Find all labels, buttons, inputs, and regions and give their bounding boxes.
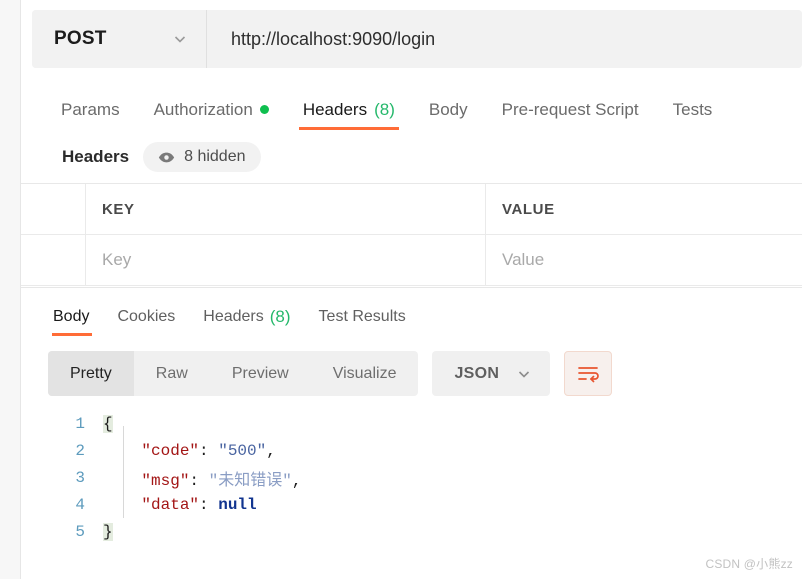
tab-body[interactable]: Body [412,89,485,130]
tab-params-label: Params [61,99,120,119]
response-tab-cookies[interactable]: Cookies [103,298,189,336]
view-mode-pretty[interactable]: Pretty [48,351,134,396]
code-token: : [189,471,209,490]
code-token: { [103,414,113,433]
tab-headers-count: (8) [374,99,395,119]
table-row[interactable]: Key Value [21,235,802,286]
code-text: "data": null [103,495,257,514]
headers-subheader: Headers 8 hidden [21,135,802,179]
active-tab-underline [298,127,399,130]
tab-pre-request-script[interactable]: Pre-request Script [485,89,656,130]
headers-table: KEY VALUE Key Value [21,183,802,286]
request-url-input[interactable]: http://localhost:9090/login [207,10,802,68]
code-token: , [266,441,276,460]
tab-params[interactable]: Params [41,89,137,130]
code-token: "code" [141,441,200,460]
tab-authorization-label: Authorization [153,99,253,119]
code-token: "未知错误" [208,471,292,490]
response-tab-body-label: Body [53,308,90,325]
row-checkbox-cell[interactable] [21,235,86,285]
code-token: "data" [141,495,200,514]
tab-tests[interactable]: Tests [656,89,730,130]
line-number: 5 [75,522,85,541]
table-header-select-cell [21,184,86,234]
code-text: } [103,522,113,541]
code-text: "code": "500", [103,441,276,460]
table-header-row: KEY VALUE [21,184,802,235]
tab-headers[interactable]: Headers (8) [286,89,412,130]
view-mode-preview[interactable]: Preview [210,351,311,396]
response-tabs: Body Cookies Headers (8) Test Results [21,298,802,336]
code-line: 4 "data": null [41,491,802,518]
code-token: : [199,441,219,460]
chevron-down-icon [516,366,532,382]
tab-pre-request-script-label: Pre-request Script [501,99,639,119]
response-tab-cookies-label: Cookies [117,308,176,325]
response-format-label: JSON [454,364,500,382]
postman-request-response-view: POST http://localhost:9090/login Params … [0,0,802,579]
view-mode-raw[interactable]: Raw [134,351,210,396]
request-tabs: Params Authorization Headers (8) Body Pr… [21,89,802,131]
table-header-value: VALUE [502,200,555,218]
line-number: 4 [75,495,85,514]
tab-tests-label: Tests [672,99,713,119]
row-key-input[interactable]: Key [86,235,486,285]
response-tab-headers-count: (8) [269,307,291,326]
code-lines: 1{2 "code": "500", 3 "msg": "未知错误", 4 "dat… [41,410,802,545]
status-dot-icon [259,105,269,114]
response-tab-test-results[interactable]: Test Results [305,298,420,336]
chevron-down-icon [172,31,188,47]
response-tab-body[interactable]: Body [41,298,103,336]
code-text: "msg": "未知错误", [103,466,301,490]
code-token: : [199,495,219,514]
response-format-select[interactable]: JSON [432,351,551,396]
code-text: { [103,414,113,433]
view-mode-visualize[interactable]: Visualize [311,351,419,396]
main-content: POST http://localhost:9090/login Params … [21,0,802,579]
code-token: , [291,471,302,490]
response-tab-headers[interactable]: Headers (8) [189,298,304,336]
tab-authorization[interactable]: Authorization [137,89,286,130]
tab-body-label: Body [428,99,468,119]
request-url-bar: POST http://localhost:9090/login [32,10,802,68]
code-token: null [218,495,257,514]
response-body-code[interactable]: 1{2 "code": "500", 3 "msg": "未知错误", 4 "dat… [21,410,802,545]
tab-headers-label: Headers [302,99,368,119]
code-token: "500" [218,441,267,460]
row-value-input[interactable]: Value [486,235,802,285]
code-line: 3 "msg": "未知错误", [41,464,802,491]
http-method-select[interactable]: POST [32,10,207,68]
hidden-headers-toggle[interactable]: 8 hidden [143,142,261,172]
line-number: 1 [75,414,85,433]
line-number: 2 [75,441,85,460]
hidden-headers-label: 8 hidden [184,148,246,165]
table-header-key: KEY [86,184,486,234]
code-line: 1{ [41,410,802,437]
active-response-tab-underline [52,333,93,336]
response-tab-headers-label: Headers [203,308,264,325]
http-method-label: POST [54,28,107,49]
left-rail [0,0,21,579]
code-line: 2 "code": "500", [41,437,802,464]
eye-icon [158,151,175,164]
response-format-toolbar: Pretty Raw Preview Visualize JSON [21,351,802,396]
headers-section-title: Headers [62,147,130,166]
code-token: "msg" [141,471,190,490]
response-tab-test-results-label: Test Results [318,308,406,325]
word-wrap-icon [577,365,600,383]
code-line: 5} [41,518,802,545]
watermark: CSDN @小熊zz [705,557,793,571]
panel-divider [21,287,802,288]
indent-guide [123,426,124,518]
word-wrap-button[interactable] [564,351,613,396]
response-view-mode-group: Pretty Raw Preview Visualize [48,351,419,396]
line-number: 3 [75,468,85,487]
code-token: } [103,522,113,541]
